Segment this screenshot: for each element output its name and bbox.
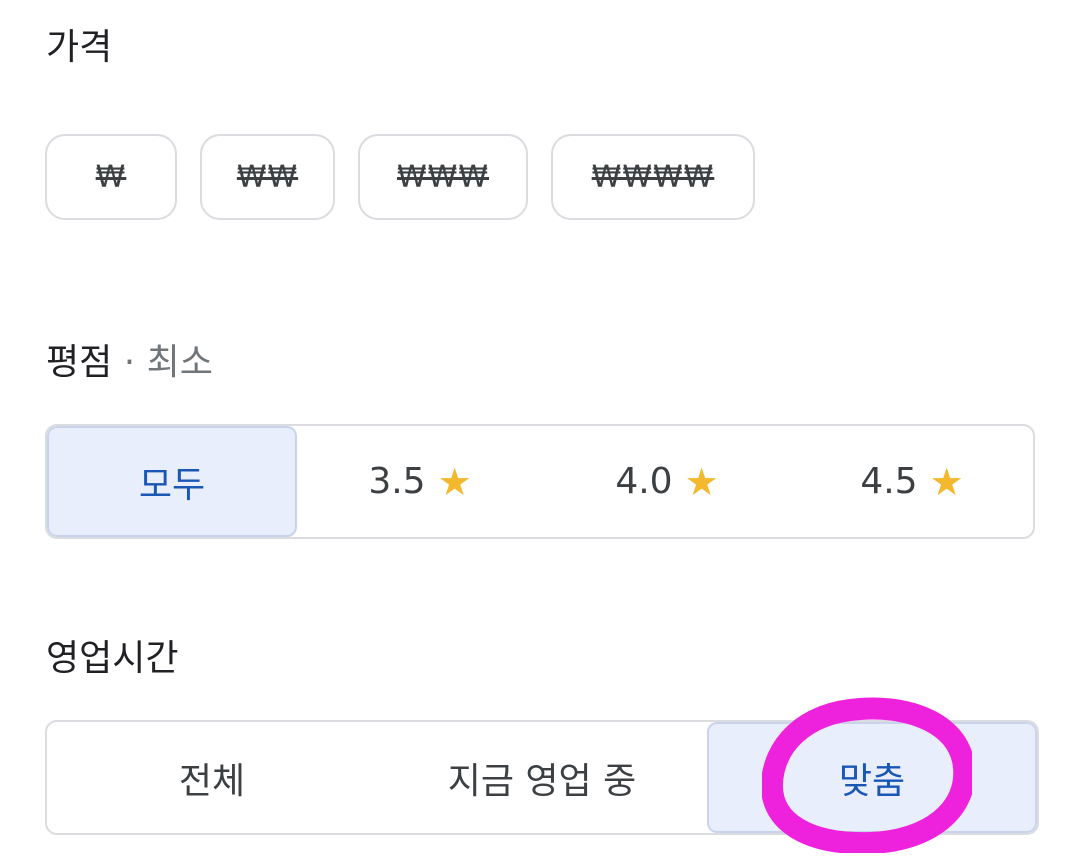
- star-icon: ★: [437, 459, 472, 504]
- price-option-3[interactable]: ₩₩₩: [358, 134, 528, 220]
- star-icon: ★: [684, 459, 719, 504]
- hours-option-open-now[interactable]: 지금 영업 중: [377, 722, 707, 833]
- hours-segmented-control: 전체 지금 영업 중 맞춤: [45, 720, 1039, 835]
- rating-subtitle: · 최소: [112, 342, 213, 383]
- price-option-label: ₩₩₩: [397, 159, 489, 195]
- rating-option-label: 4.0: [615, 461, 673, 502]
- hours-option-label: 맞춤: [838, 760, 906, 802]
- rating-option-label: 4.5: [860, 461, 918, 502]
- price-section-title: 가격: [46, 27, 113, 68]
- rating-option-label: 모두: [138, 464, 206, 506]
- star-icon: ★: [929, 459, 964, 504]
- rating-option-all[interactable]: 모두: [47, 426, 297, 537]
- price-option-2[interactable]: ₩₩: [200, 134, 335, 220]
- rating-option-label: 3.5: [368, 461, 426, 502]
- price-option-label: ₩: [95, 159, 127, 195]
- hours-option-label: 전체: [178, 760, 246, 802]
- price-option-1[interactable]: ₩: [45, 134, 177, 220]
- hours-option-custom[interactable]: 맞춤: [707, 722, 1037, 833]
- rating-option-3-5[interactable]: 3.5 ★: [297, 426, 543, 537]
- price-option-4[interactable]: ₩₩₩₩: [551, 134, 755, 220]
- hours-option-label: 지금 영업 중: [447, 760, 637, 802]
- hours-section-title: 영업시간: [46, 638, 179, 679]
- rating-title: 평점: [46, 342, 113, 383]
- rating-segmented-control: 모두 3.5 ★ 4.0 ★ 4.5 ★: [45, 424, 1035, 539]
- price-option-label: ₩₩: [236, 159, 299, 195]
- rating-section-title: 평점 · 최소: [46, 333, 213, 385]
- hours-option-all[interactable]: 전체: [47, 722, 377, 833]
- rating-option-4-0[interactable]: 4.0 ★: [543, 426, 791, 537]
- rating-option-4-5[interactable]: 4.5 ★: [791, 426, 1033, 537]
- price-option-label: ₩₩₩₩: [591, 159, 715, 195]
